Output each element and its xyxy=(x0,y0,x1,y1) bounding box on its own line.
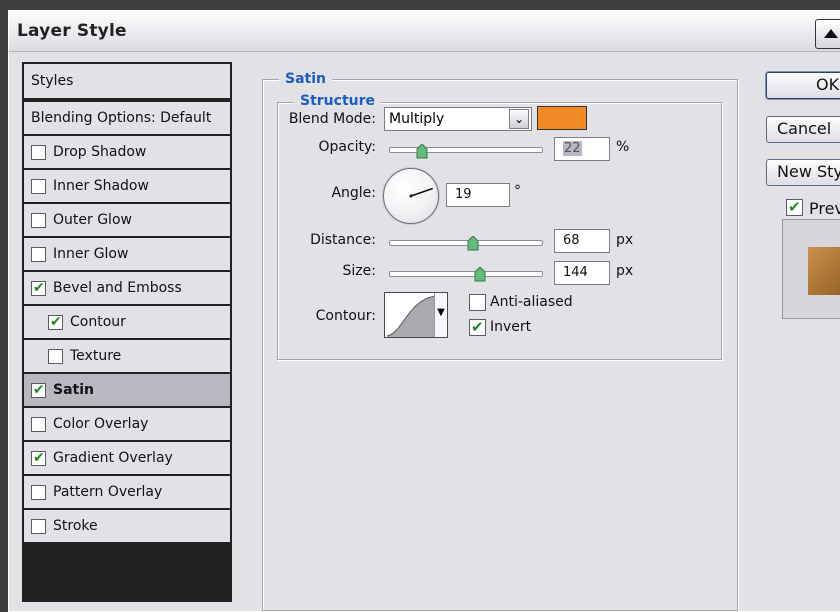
style-item-label: Gradient Overlay xyxy=(53,450,173,466)
size-slider-thumb[interactable] xyxy=(474,266,486,282)
style-item-blending-options-default[interactable]: Blending Options: Default xyxy=(24,102,230,134)
style-preview xyxy=(782,219,840,319)
distance-slider-thumb[interactable] xyxy=(467,235,479,251)
style-item-label: Outer Glow xyxy=(53,212,132,228)
style-checkbox[interactable] xyxy=(31,518,46,534)
blend-mode-label: Blend Mode: xyxy=(288,111,376,127)
preview-checkbox[interactable]: ✔ xyxy=(786,198,803,216)
chevron-down-icon[interactable]: ⌄ xyxy=(509,109,529,129)
distance-value: 68 xyxy=(563,233,580,248)
style-checkbox[interactable] xyxy=(31,144,46,160)
style-item-color-overlay[interactable]: Color Overlay xyxy=(24,408,230,440)
distance-label: Distance: xyxy=(310,232,376,248)
style-item-outer-glow[interactable]: Outer Glow xyxy=(24,204,230,236)
style-checkbox[interactable]: ✔ xyxy=(31,449,46,466)
title-bar[interactable]: Layer Style xyxy=(9,11,840,52)
opacity-label: Opacity: xyxy=(318,139,376,155)
blend-mode-value: Multiply xyxy=(389,111,445,127)
size-label: Size: xyxy=(342,263,376,279)
blend-color-swatch[interactable] xyxy=(537,106,587,130)
invert-checkbox[interactable]: ✔ xyxy=(469,318,486,336)
checkmark-icon: ✔ xyxy=(471,318,484,336)
opacity-field[interactable]: 22 xyxy=(554,137,610,161)
contour-picker[interactable]: ▼ xyxy=(384,292,448,338)
anti-aliased-checkbox[interactable] xyxy=(469,294,486,311)
checkmark-icon: ✔ xyxy=(33,279,45,296)
checkmark-icon: ✔ xyxy=(50,313,62,330)
style-item-inner-glow[interactable]: Inner Glow xyxy=(24,238,230,270)
style-item-label: Contour xyxy=(70,314,126,330)
preview-swatch xyxy=(808,247,840,295)
checkmark-icon: ✔ xyxy=(33,381,45,398)
style-item-label: Styles xyxy=(31,73,74,89)
blend-mode-select[interactable]: Multiply ⌄ xyxy=(384,107,532,131)
angle-unit: ° xyxy=(514,183,521,199)
eject-icon xyxy=(824,29,838,38)
size-unit: px xyxy=(616,263,634,279)
satin-title: Satin xyxy=(279,71,332,87)
size-slider[interactable] xyxy=(389,271,543,277)
style-item-gradient-overlay[interactable]: ✔ Gradient Overlay xyxy=(24,442,230,474)
style-item-label: Satin xyxy=(53,382,94,398)
style-item-label: Inner Shadow xyxy=(53,178,149,194)
style-item-label: Inner Glow xyxy=(53,246,129,262)
style-checkbox[interactable] xyxy=(31,212,46,228)
style-item-drop-shadow[interactable]: Drop Shadow xyxy=(24,136,230,168)
style-checkbox[interactable] xyxy=(48,348,63,364)
angle-label: Angle: xyxy=(331,185,376,201)
styles-list: Styles Blending Options: Default Drop Shad… xyxy=(22,62,232,602)
opacity-unit: % xyxy=(616,139,630,155)
style-checkbox[interactable] xyxy=(31,416,46,432)
opacity-slider[interactable] xyxy=(389,147,543,153)
angle-dial[interactable] xyxy=(383,168,439,224)
style-item-label: Bevel and Emboss xyxy=(53,280,182,296)
angle-field[interactable]: 19 xyxy=(446,183,510,207)
style-item-pattern-overlay[interactable]: Pattern Overlay xyxy=(24,476,230,508)
style-checkbox[interactable]: ✔ xyxy=(31,381,46,398)
angle-value: 19 xyxy=(455,187,472,202)
style-item-bevel-and-emboss[interactable]: ✔ Bevel and Emboss xyxy=(24,272,230,304)
chevron-down-icon[interactable]: ▼ xyxy=(434,293,447,337)
ok-button[interactable]: OK xyxy=(766,72,840,99)
style-checkbox[interactable] xyxy=(31,484,46,500)
cancel-button[interactable]: Cancel xyxy=(766,116,840,143)
opacity-slider-thumb[interactable] xyxy=(416,143,428,159)
anti-aliased-label: Anti-aliased xyxy=(490,294,573,310)
style-checkbox[interactable]: ✔ xyxy=(31,279,46,296)
style-checkbox[interactable] xyxy=(31,178,46,194)
dialog-title: Layer Style xyxy=(17,21,127,41)
distance-unit: px xyxy=(616,232,634,248)
style-item-label: Blending Options: Default xyxy=(31,110,212,126)
style-item-label: Drop Shadow xyxy=(53,144,147,160)
new-style-button[interactable]: New Style... xyxy=(766,159,840,186)
structure-title: Structure xyxy=(294,93,382,109)
eject-button[interactable] xyxy=(815,19,840,49)
preview-label: Preview xyxy=(809,199,840,218)
style-item-label: Stroke xyxy=(53,518,98,534)
style-item-label: Color Overlay xyxy=(53,416,149,432)
style-item-satin[interactable]: ✔ Satin xyxy=(24,374,230,406)
style-item-label: Texture xyxy=(70,348,122,364)
style-item-contour[interactable]: ✔ Contour xyxy=(24,306,230,338)
checkmark-icon: ✔ xyxy=(788,198,801,216)
style-item-inner-shadow[interactable]: Inner Shadow xyxy=(24,170,230,202)
contour-label: Contour: xyxy=(315,308,376,324)
checkmark-icon: ✔ xyxy=(33,449,45,466)
size-value: 144 xyxy=(563,265,588,280)
style-item-stroke[interactable]: Stroke xyxy=(24,510,230,542)
contour-curve-icon xyxy=(386,295,435,337)
style-checkbox[interactable]: ✔ xyxy=(48,313,63,330)
size-field[interactable]: 144 xyxy=(554,261,610,285)
style-item-texture[interactable]: Texture xyxy=(24,340,230,372)
style-item-label: Pattern Overlay xyxy=(53,484,163,500)
distance-field[interactable]: 68 xyxy=(554,229,610,253)
angle-needle-icon xyxy=(409,187,434,198)
invert-label: Invert xyxy=(490,319,532,335)
opacity-value: 22 xyxy=(563,141,582,156)
style-checkbox[interactable] xyxy=(31,246,46,262)
style-item-styles[interactable]: Styles xyxy=(24,64,230,98)
